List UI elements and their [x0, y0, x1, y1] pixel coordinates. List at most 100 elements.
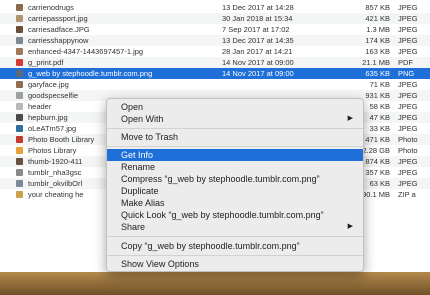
file-row[interactable]: garyface.jpg 71 KB JPEG: [0, 79, 430, 90]
menu-item-share[interactable]: Share ▶: [107, 221, 363, 233]
menu-item-open-with[interactable]: Open With ▶: [107, 113, 363, 125]
file-date: 28 Jan 2017 at 14:21: [222, 47, 293, 56]
menu-item-label: Make Alias: [121, 198, 165, 208]
file-size: 635 KB: [365, 69, 390, 78]
file-kind: JPEG: [398, 113, 418, 122]
file-kind: JPEG: [398, 168, 418, 177]
file-size: 163 KB: [365, 47, 390, 56]
menu-item-label: Get Info: [121, 150, 154, 160]
menu-item-label: Duplicate: [121, 186, 159, 196]
file-kind: JPEG: [398, 25, 418, 34]
submenu-arrow-icon: ▶: [347, 115, 353, 122]
menu-item-make-alias[interactable]: Make Alias: [107, 197, 363, 209]
image-file-icon: [16, 92, 23, 99]
file-kind: PDF: [398, 58, 413, 67]
finder-window: carrienodrugs 13 Dec 2017 at 14:28 857 K…: [0, 0, 430, 295]
image-file-icon: [16, 81, 23, 88]
file-name: carriepassport.jpg: [28, 14, 88, 23]
menu-item-duplicate[interactable]: Duplicate: [107, 185, 363, 197]
file-kind: JPEG: [398, 91, 418, 100]
file-kind: JPEG: [398, 36, 418, 45]
file-name: garyface.jpg: [28, 80, 69, 89]
image-file-icon: [16, 125, 23, 132]
menu-item-label: Open: [121, 102, 144, 112]
file-kind: Photo: [398, 135, 418, 144]
image-file-icon: [16, 103, 23, 110]
file-name: carrienodrugs: [28, 3, 74, 12]
zip-file-icon: [16, 191, 23, 198]
menu-separator: [107, 146, 363, 147]
file-date: 14 Nov 2017 at 09:00: [222, 69, 294, 78]
file-row[interactable]: g_print.pdf 14 Nov 2017 at 09:00 21.1 MB…: [0, 57, 430, 68]
file-kind: Photo: [398, 146, 418, 155]
file-date: 14 Nov 2017 at 09:00: [222, 58, 294, 67]
image-file-icon: [16, 180, 23, 187]
file-row[interactable]: enhanced-4347-1443697457-1.jpg 28 Jan 20…: [0, 46, 430, 57]
file-name: carriesshappynow: [28, 36, 89, 45]
file-kind: JPEG: [398, 124, 418, 133]
file-name: carriesadface.JPG: [28, 25, 90, 34]
menu-item-move-to-trash[interactable]: Move to Trash: [107, 131, 363, 143]
menu-item-quick-look[interactable]: Quick Look “g_web by stephoodle.tumblr.c…: [107, 209, 363, 221]
file-row[interactable]: carriesshappynow 13 Dec 2017 at 14:35 17…: [0, 35, 430, 46]
file-size: 421 KB: [365, 14, 390, 23]
image-file-icon: [16, 15, 23, 22]
pdf-file-icon: [16, 59, 23, 66]
menu-item-label: Show View Options: [121, 259, 199, 269]
file-kind: JPEG: [398, 3, 418, 12]
file-row[interactable]: carrienodrugs 13 Dec 2017 at 14:28 857 K…: [0, 2, 430, 13]
file-kind: JPEG: [398, 179, 418, 188]
menu-item-label: Move to Trash: [121, 132, 179, 142]
file-size: 21.1 MB: [362, 58, 390, 67]
file-kind: JPEG: [398, 80, 418, 89]
menu-item-label: Copy “g_web by stephoodle.tumblr.com.png…: [121, 241, 300, 251]
file-row[interactable]: carriepassport.jpg 30 Jan 2018 at 15:34 …: [0, 13, 430, 24]
file-kind: JPEG: [398, 157, 418, 166]
file-size: 1.3 MB: [366, 25, 390, 34]
file-kind: PNG: [398, 69, 415, 78]
menu-item-copy[interactable]: Copy “g_web by stephoodle.tumblr.com.png…: [107, 240, 363, 252]
context-menu: Open Open With ▶ Move to Trash Get Info R…: [106, 98, 364, 272]
file-name: g_print.pdf: [28, 58, 64, 67]
menu-item-show-view-options[interactable]: Show View Options: [107, 258, 363, 270]
file-date: 13 Dec 2017 at 14:28: [222, 3, 294, 12]
file-kind: JPEG: [398, 102, 418, 111]
file-date: 13 Dec 2017 at 14:35: [222, 36, 294, 45]
file-kind: ZIP a: [398, 190, 416, 199]
file-name: enhanced-4347-1443697457-1.jpg: [28, 47, 144, 56]
photos-library-icon: [16, 147, 23, 154]
file-size: 71 KB: [369, 80, 390, 89]
image-file-icon: [16, 4, 23, 11]
menu-item-label: Quick Look “g_web by stephoodle.tumblr.c…: [121, 210, 324, 220]
file-kind: JPEG: [398, 47, 418, 56]
image-file-icon: [16, 114, 23, 121]
file-date: 30 Jan 2018 at 15:34: [222, 14, 293, 23]
file-size: 857 KB: [365, 3, 390, 12]
image-file-icon: [16, 169, 23, 176]
desktop-background: [0, 272, 430, 295]
menu-item-label: Compress “g_web by stephoodle.tumblr.com…: [121, 174, 320, 184]
photo-booth-icon: [16, 136, 23, 143]
menu-item-label: Share: [121, 222, 146, 232]
file-kind: JPEG: [398, 14, 418, 23]
menu-item-label: Rename: [121, 162, 156, 172]
image-file-icon: [16, 37, 23, 44]
menu-item-rename[interactable]: Rename: [107, 161, 363, 173]
menu-separator: [107, 236, 363, 237]
menu-separator: [107, 255, 363, 256]
image-file-icon: [16, 26, 23, 33]
image-file-icon: [16, 48, 23, 55]
image-file-icon: [16, 158, 23, 165]
file-date: 7 Sep 2017 at 17:02: [222, 25, 290, 34]
file-name: g_web by stephoodle.tumblr.com.png: [28, 69, 153, 78]
image-file-icon: [16, 70, 23, 77]
menu-separator: [107, 128, 363, 129]
menu-item-label: Open With: [121, 114, 164, 124]
file-row[interactable]: carriesadface.JPG 7 Sep 2017 at 17:02 1.…: [0, 24, 430, 35]
menu-item-open[interactable]: Open: [107, 101, 363, 113]
submenu-arrow-icon: ▶: [347, 223, 353, 230]
menu-item-compress[interactable]: Compress “g_web by stephoodle.tumblr.com…: [107, 173, 363, 185]
file-size: 174 KB: [365, 36, 390, 45]
menu-item-get-info[interactable]: Get Info: [107, 149, 363, 161]
file-row-selected[interactable]: g_web by stephoodle.tumblr.com.png 14 No…: [0, 68, 430, 79]
